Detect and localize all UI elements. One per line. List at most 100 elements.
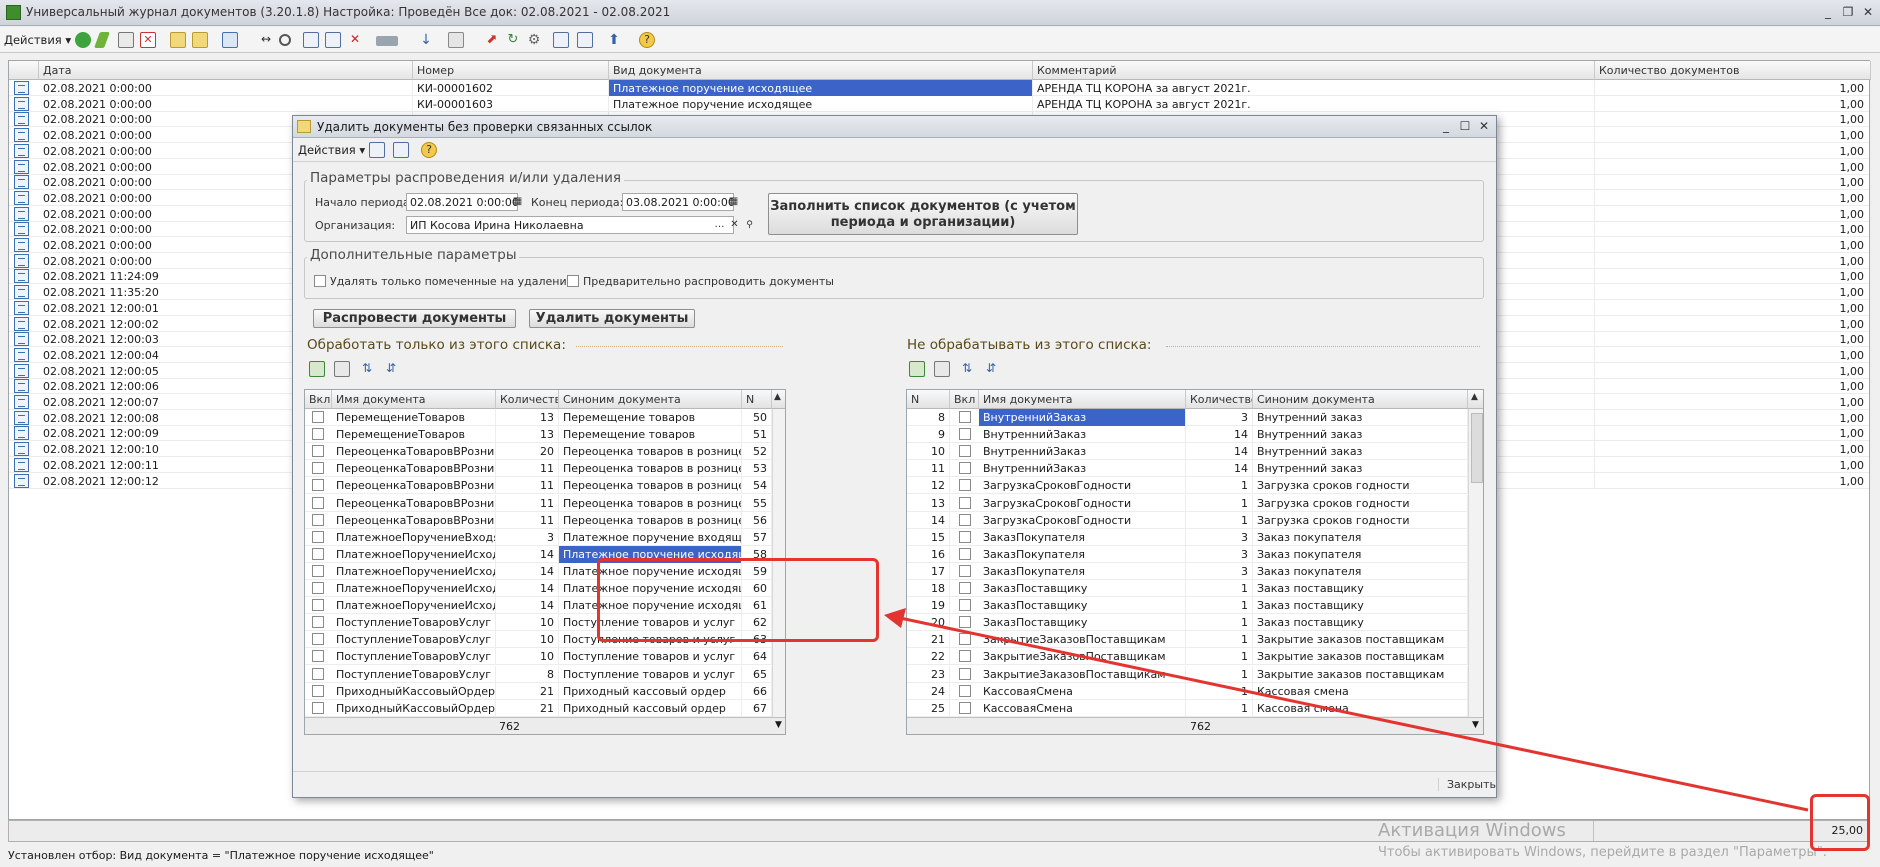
right-col-name[interactable]: Имя документа [979, 390, 1186, 409]
row-checkbox[interactable] [959, 633, 971, 646]
post-icon[interactable] [170, 32, 186, 48]
dialog-help-icon[interactable]: ? [421, 142, 437, 158]
structure-icon[interactable]: ⬈ [484, 32, 500, 48]
sort-desc-icon[interactable]: ⇵ [383, 361, 399, 377]
list-item[interactable]: ПоступлениеТоваровУслуг 10 Поступление тов… [305, 648, 772, 666]
column-header-kind[interactable]: Вид документа [609, 61, 1033, 80]
table-row[interactable]: 02.08.2021 0:00:00 КИ-00001602 Платежное п… [9, 80, 1871, 96]
list-item[interactable]: ПереоценкаТоваровВРознице 11 Переоценка то… [305, 460, 772, 478]
list-item[interactable]: 16 ЗаказПокупателя 3 Заказ покупателя [907, 545, 1468, 563]
list-item[interactable]: ПереоценкаТоваровВРознице 20 Переоценка то… [305, 443, 772, 461]
close-dialog-button[interactable]: Закрыть [1438, 778, 1496, 791]
row-checkbox[interactable] [312, 513, 324, 526]
list-item[interactable]: 14 ЗагрузкаСроковГодности 1 Загрузка сроков… [907, 511, 1468, 529]
row-checkbox[interactable] [959, 411, 971, 423]
left-col-name[interactable]: Имя документа [332, 390, 496, 409]
row-checkbox[interactable] [959, 582, 971, 594]
upload-icon[interactable] [553, 32, 569, 48]
row-checkbox[interactable] [312, 428, 324, 441]
list-item[interactable]: 8 ВнутреннийЗаказ 3 Внутренний заказ [907, 409, 1468, 426]
unpost-documents-button[interactable]: Распровести документы [313, 309, 516, 328]
settings-icon[interactable]: ⚙ [526, 32, 542, 48]
row-checkbox[interactable] [959, 462, 971, 475]
print-icon[interactable] [376, 36, 398, 46]
select-icon[interactable]: … [713, 217, 726, 233]
row-checkbox[interactable] [312, 650, 324, 663]
dialog-download-icon[interactable] [393, 142, 409, 158]
period-end-field[interactable]: 03.08.2021 0:00:00 [622, 193, 734, 211]
right-col-qty[interactable]: Количество [1186, 390, 1253, 409]
list-item[interactable]: 18 ЗаказПоставщику 1 Заказ поставщику [907, 580, 1468, 597]
left-col-n[interactable]: N [742, 390, 772, 409]
column-header-count[interactable]: Количество документов [1595, 61, 1871, 80]
skip-list-table[interactable]: N Вкл Имя документа Количество Синоним д… [906, 389, 1484, 735]
column-header-comment[interactable]: Комментарий [1033, 61, 1595, 80]
row-checkbox[interactable] [959, 496, 971, 509]
scroll-down-icon[interactable]: ▼ [775, 720, 782, 730]
row-checkbox[interactable] [312, 462, 324, 475]
calendar-icon[interactable]: ▦ [727, 194, 740, 210]
clear-icon[interactable]: ✕ [728, 217, 741, 233]
row-checkbox[interactable] [959, 530, 971, 543]
right-scrollbar[interactable] [1468, 409, 1483, 717]
dialog-upload-icon[interactable] [369, 142, 385, 158]
help-icon[interactable]: ? [639, 32, 655, 48]
sort-asc-icon[interactable]: ⇅ [959, 361, 975, 377]
list-item[interactable]: 19 ЗаказПоставщику 1 Заказ поставщику [907, 597, 1468, 615]
list-item[interactable]: 9 ВнутреннийЗаказ 14 Внутренний заказ [907, 426, 1468, 444]
row-checkbox[interactable] [959, 667, 971, 680]
row-checkbox[interactable] [959, 513, 971, 526]
scroll-up-icon[interactable]: ▲ [772, 390, 785, 409]
row-checkbox[interactable] [312, 564, 324, 577]
list-item[interactable]: ПриходныйКассовыйОрдер 21 Приходный кассов… [305, 699, 772, 717]
search-icon[interactable] [279, 34, 291, 46]
uncheck-all-icon[interactable] [334, 361, 350, 377]
left-col-enabled[interactable]: Вкл [305, 390, 332, 409]
list-item[interactable]: 24 КассоваяСмена 1 Кассовая смена [907, 682, 1468, 700]
prepost-checkbox[interactable] [567, 275, 579, 287]
delete-icon[interactable]: ✕ [140, 32, 156, 48]
restore-icon[interactable]: ❐ [1840, 5, 1856, 20]
hierarchy-icon[interactable] [448, 32, 464, 48]
list-item[interactable]: ПеремещениеТоваров 13 Перемещение товаров 5… [305, 409, 772, 426]
add-icon[interactable] [75, 32, 91, 48]
check-all-icon[interactable] [309, 361, 325, 377]
row-checkbox[interactable] [312, 667, 324, 680]
delete-documents-button[interactable]: Удалить документы [529, 309, 695, 328]
list-item[interactable]: ПеремещениеТоваров 13 Перемещение товаров 5… [305, 426, 772, 444]
row-checkbox[interactable] [312, 496, 324, 509]
list-item[interactable]: ПереоценкаТоваровВРознице 11 Переоценка то… [305, 494, 772, 512]
row-checkbox[interactable] [959, 428, 971, 441]
row-checkbox[interactable] [959, 684, 971, 697]
check-all-icon[interactable] [909, 361, 925, 377]
right-col-synonym[interactable]: Синоним документа [1253, 390, 1468, 409]
list-item[interactable]: ПереоценкаТоваровВРознице 11 Переоценка то… [305, 511, 772, 529]
right-col-enabled[interactable]: Вкл [950, 390, 979, 409]
list-item[interactable]: 10 ВнутреннийЗаказ 14 Внутренний заказ [907, 443, 1468, 461]
unpost-icon[interactable] [192, 32, 208, 48]
right-scroll-thumb[interactable] [1471, 413, 1483, 483]
row-checkbox[interactable] [312, 599, 324, 612]
row-checkbox[interactable] [959, 547, 971, 560]
list-item[interactable]: ПлатежноеПоручениеВходящее3Платежное пор… [305, 528, 772, 546]
scroll-down-icon[interactable]: ▼ [1472, 720, 1479, 730]
list-item[interactable]: 20 ЗаказПоставщику 1 Заказ поставщику [907, 614, 1468, 632]
close-icon[interactable]: ✕ [1860, 5, 1876, 20]
go-up-icon[interactable]: ⬆ [606, 32, 622, 48]
list-item[interactable]: 23 ЗакрытиеЗаказовПоставщикам 1 Закрытие за… [907, 665, 1468, 683]
edit-icon[interactable] [94, 32, 110, 48]
filter-by-value-icon[interactable] [325, 32, 341, 48]
sort-icon[interactable]: ↓ [418, 32, 434, 48]
calendar-icon[interactable]: ▦ [511, 194, 524, 210]
dialog-maximize-icon[interactable]: ☐ [1457, 119, 1473, 134]
column-header-number[interactable]: Номер [413, 61, 609, 80]
list-item[interactable]: ПереоценкаТоваровВРознице 11 Переоценка то… [305, 477, 772, 495]
column-header-date[interactable]: Дата [39, 61, 413, 80]
filter-icon[interactable] [303, 32, 319, 48]
row-checkbox[interactable] [959, 701, 971, 714]
scroll-up-icon[interactable]: ▲ [1468, 390, 1483, 409]
row-checkbox[interactable] [312, 616, 324, 629]
right-col-n[interactable]: N [907, 390, 950, 409]
left-col-synonym[interactable]: Синоним документа [559, 390, 742, 409]
list-item[interactable]: 17 ЗаказПокупателя 3 Заказ покупателя [907, 562, 1468, 580]
